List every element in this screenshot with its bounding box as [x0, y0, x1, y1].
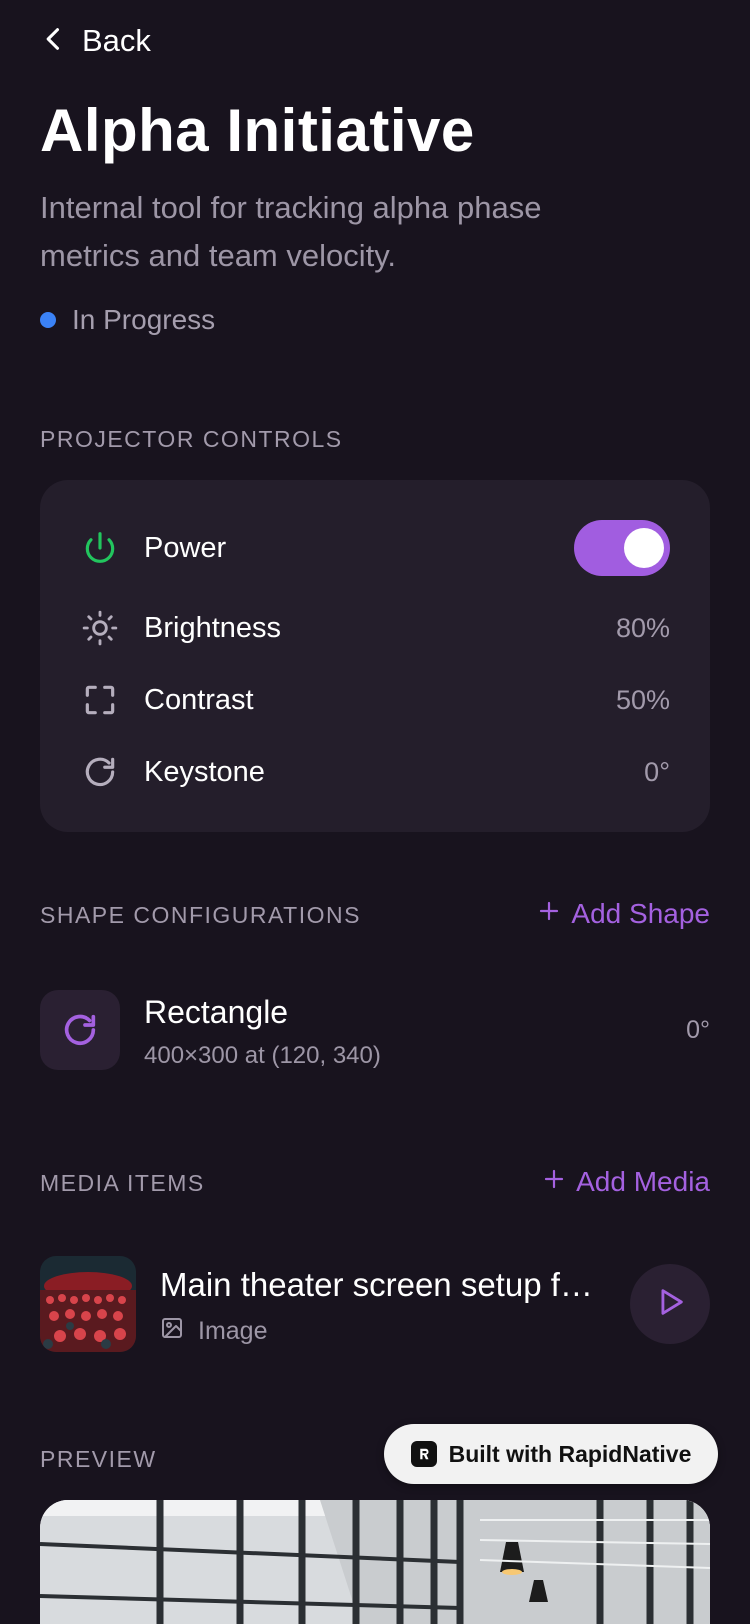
status-indicator: In Progress — [40, 304, 215, 336]
built-with-badge[interactable]: Built with RapidNative — [384, 1424, 718, 1484]
media-type: Image — [160, 1316, 267, 1347]
keystone-value: 0° — [644, 756, 670, 787]
back-button[interactable]: Back — [40, 20, 151, 62]
preview-heading: PREVIEW — [40, 1446, 157, 1472]
page-title: Alpha Initiative — [40, 97, 475, 164]
rotate-icon — [40, 990, 120, 1070]
add-media-label: Add Media — [576, 1166, 710, 1197]
media-items-heading: MEDIA ITEMS — [40, 1170, 205, 1196]
shape-angle: 0° — [686, 1016, 710, 1044]
keystone-label: Keystone — [144, 755, 265, 788]
add-shape-button[interactable]: Add Shape — [537, 898, 710, 930]
contrast-label: Contrast — [144, 683, 254, 716]
media-thumbnail — [40, 1256, 136, 1352]
power-toggle[interactable] — [574, 520, 670, 576]
rapidnative-logo-icon — [410, 1441, 437, 1467]
shape-configurations-heading: SHAPE CONFIGURATIONS — [40, 902, 361, 928]
power-row: Power — [80, 520, 670, 576]
shape-dimensions: 400×300 at (120, 340) — [144, 1042, 381, 1069]
projector-controls-heading: PROJECTOR CONTROLS — [40, 426, 343, 452]
preview-image — [40, 1500, 710, 1624]
sun-icon — [80, 608, 120, 648]
media-list-item[interactable]: Main theater screen setup for the confer… — [40, 1256, 710, 1352]
status-dot — [40, 312, 56, 328]
chevron-left-icon — [40, 25, 68, 58]
shape-name: Rectangle — [144, 994, 289, 1030]
add-shape-label: Add Shape — [571, 898, 710, 929]
plus-icon — [542, 1166, 566, 1198]
plus-icon — [537, 898, 561, 930]
brightness-label: Brightness — [144, 611, 282, 644]
rotate-icon — [80, 752, 120, 792]
brightness-value: 80% — [615, 612, 670, 643]
back-label: Back — [82, 23, 151, 58]
power-label: Power — [144, 531, 227, 564]
media-title: Main theater screen setup for the confer… — [160, 1266, 600, 1303]
play-icon — [653, 1285, 687, 1324]
status-text: In Progress — [72, 304, 216, 335]
shape-list-item[interactable]: Rectangle 400×300 at (120, 340) 0° — [40, 990, 710, 1070]
add-media-button[interactable]: Add Media — [542, 1166, 710, 1198]
contrast-value: 50% — [615, 684, 670, 715]
image-icon — [160, 1316, 184, 1347]
media-type-label: Image — [198, 1317, 268, 1345]
power-icon — [80, 528, 120, 568]
projector-controls-card: Power Brightness 80% Contrast 50% Keysto… — [40, 480, 710, 832]
toggle-knob — [624, 528, 664, 568]
badge-label: Built with RapidNative — [448, 1440, 692, 1467]
play-button[interactable] — [630, 1264, 710, 1344]
contrast-row[interactable]: Contrast 50% — [80, 672, 670, 728]
project-description: Internal tool for tracking alpha phase m… — [40, 190, 542, 273]
keystone-row[interactable]: Keystone 0° — [80, 744, 670, 800]
brightness-row[interactable]: Brightness 80% — [80, 600, 670, 656]
frame-corners-icon — [80, 680, 120, 720]
